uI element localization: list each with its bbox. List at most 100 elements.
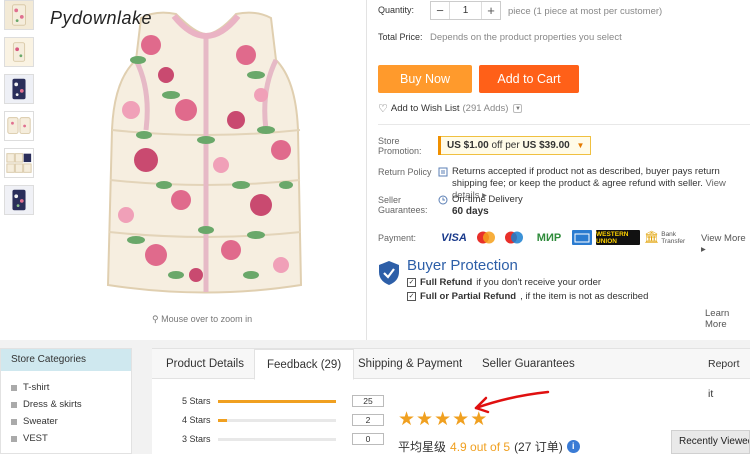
thumbnail-3[interactable] bbox=[4, 74, 34, 104]
wishlist-count: (291 Adds) bbox=[462, 103, 509, 114]
quantity-plus-button[interactable]: + bbox=[482, 3, 500, 18]
full-refund-text: if you don't receive your order bbox=[476, 277, 602, 288]
star-bar-fill bbox=[218, 399, 336, 403]
star-row-label: 5 Stars bbox=[182, 396, 211, 406]
return-policy-label: Return Policy bbox=[378, 167, 432, 177]
report-it-link[interactable]: Report it bbox=[696, 349, 750, 400]
star-bar-track bbox=[218, 399, 336, 403]
recently-viewed-button[interactable]: Recently Viewed bbox=[671, 430, 750, 454]
thumbnail-5[interactable] bbox=[4, 148, 34, 178]
ontime-delivery: On-time Delivery bbox=[452, 194, 523, 205]
full-refund-label: Full Refund bbox=[420, 277, 473, 288]
check-icon: ✓ bbox=[407, 278, 416, 287]
amex-logo bbox=[572, 230, 592, 245]
star-icon: ★ bbox=[452, 409, 470, 430]
category-item-sweater[interactable]: Sweater bbox=[1, 413, 131, 430]
rating-prefix: 平均星级 bbox=[398, 440, 447, 454]
star-icon: ★ bbox=[434, 409, 452, 430]
rating-count: (27 订单) bbox=[514, 440, 563, 454]
bank-transfer-text: Bank Transfer bbox=[661, 230, 686, 245]
tab-feedback[interactable]: Feedback (29) bbox=[254, 349, 355, 380]
star-row-4: 4 Stars 2 bbox=[182, 414, 384, 426]
bullet-icon bbox=[11, 435, 17, 442]
star-row-3: 3 Stars 0 bbox=[182, 433, 384, 445]
category-label: VEST bbox=[23, 433, 48, 444]
store-categories-title: Store Categories bbox=[1, 349, 131, 371]
clock-icon bbox=[438, 195, 448, 205]
category-item-tshirt[interactable]: T-shirt bbox=[1, 379, 131, 396]
quantity-label: Quantity: bbox=[378, 5, 415, 15]
star-icon: ★ bbox=[416, 409, 434, 430]
bullet-icon bbox=[11, 418, 17, 425]
promo-middle: off per bbox=[491, 140, 520, 151]
product-tabs-panel: Product Details Feedback (29) Shipping &… bbox=[152, 348, 750, 454]
store-promotion-label-line2: Promotion: bbox=[378, 146, 422, 156]
tab-shipping-payment[interactable]: Shipping & Payment bbox=[346, 349, 474, 379]
zoom-hint: ⚲ Mouse over to zoom in bbox=[152, 314, 252, 325]
category-label: Sweater bbox=[23, 416, 58, 427]
star-bar-track bbox=[218, 437, 336, 441]
floral-vest-illustration bbox=[46, 0, 356, 312]
promo-discount: US $1.00 bbox=[447, 140, 489, 151]
maestro-logo bbox=[502, 230, 526, 245]
partial-refund-text: , if the item is not as described bbox=[520, 291, 649, 302]
star-bar-fill bbox=[218, 418, 228, 422]
quantity-stepper: − 1 + bbox=[430, 1, 501, 20]
wishlist-link[interactable]: ♡ Add to Wish List (291 Adds) ▼ bbox=[378, 102, 523, 115]
western-union-logo: WESTERN UNION bbox=[596, 230, 640, 245]
delivery-days: 60 days bbox=[452, 206, 489, 217]
buyer-protection-partial-refund: ✓ Full or Partial Refund , if the item i… bbox=[407, 291, 648, 302]
quantity-note: piece (1 piece at most per customer) bbox=[508, 6, 663, 17]
annotation-arrow-icon bbox=[474, 390, 550, 414]
view-more-payment-link[interactable]: View More ▸ bbox=[701, 233, 750, 255]
info-icon[interactable]: i bbox=[566, 440, 580, 453]
heart-icon: ♡ bbox=[378, 103, 388, 115]
thumbnail-strip bbox=[4, 0, 38, 222]
store-promotion-label-line1: Store bbox=[378, 136, 400, 146]
add-to-cart-button[interactable]: Add to Cart bbox=[479, 65, 579, 93]
tab-seller-guarantees[interactable]: Seller Guarantees bbox=[470, 349, 587, 379]
store-categories-panel: Store Categories T-shirt Dress & skirts … bbox=[0, 348, 132, 454]
star-bar-track bbox=[218, 418, 336, 422]
category-item-dress[interactable]: Dress & skirts bbox=[1, 396, 131, 413]
buy-now-button[interactable]: Buy Now bbox=[378, 65, 472, 93]
brand-watermark: Pydownlake bbox=[50, 8, 153, 28]
shield-icon bbox=[379, 261, 399, 285]
magnifier-icon: ⚲ bbox=[152, 314, 159, 324]
mir-logo: МИР bbox=[536, 231, 562, 244]
category-label: T-shirt bbox=[23, 382, 50, 393]
product-main-image[interactable] bbox=[46, 0, 356, 312]
chevron-down-icon: ▼ bbox=[576, 141, 585, 150]
thumbnail-6[interactable] bbox=[4, 185, 34, 215]
total-price-value: Depends on the product properties you se… bbox=[430, 32, 622, 43]
buyer-protection-title: Buyer Protection bbox=[407, 257, 518, 274]
thumbnail-2[interactable] bbox=[4, 37, 34, 67]
quantity-input[interactable]: 1 bbox=[449, 2, 482, 19]
seller-guarantees-label-line2: Guarantees: bbox=[378, 205, 428, 215]
thumbnail-4[interactable] bbox=[4, 111, 34, 141]
thumbnail-1[interactable] bbox=[4, 0, 34, 30]
star-row-label: 3 Stars bbox=[182, 434, 211, 444]
return-policy-description: Returns accepted if product not as descr… bbox=[452, 166, 720, 189]
rating-value: 4.9 out of 5 bbox=[450, 439, 511, 454]
return-policy-icon bbox=[438, 167, 448, 177]
bank-icon: 🏛 bbox=[644, 230, 660, 244]
promo-threshold: US $39.00 bbox=[522, 140, 570, 151]
wishlist-label: Add to Wish List bbox=[390, 103, 460, 114]
learn-more-link[interactable]: Learn More bbox=[705, 308, 750, 330]
star-row-label: 4 Stars bbox=[182, 415, 211, 425]
store-promotion-coupon[interactable]: US $1.00 off per US $39.00 ▼ bbox=[438, 136, 592, 155]
star-count: 2 bbox=[352, 414, 384, 426]
category-label: Dress & skirts bbox=[23, 399, 82, 410]
category-item-vest[interactable]: VEST bbox=[1, 430, 131, 447]
zoom-hint-text: Mouse over to zoom in bbox=[161, 314, 253, 324]
column-divider bbox=[366, 0, 367, 340]
partial-refund-label: Full or Partial Refund bbox=[420, 291, 517, 302]
star-count: 25 bbox=[352, 395, 384, 407]
tab-product-details[interactable]: Product Details bbox=[154, 349, 256, 379]
star-count: 0 bbox=[352, 433, 384, 445]
seller-guarantees-label: Seller Guarantees: bbox=[378, 195, 428, 215]
payment-label: Payment: bbox=[378, 233, 417, 243]
chevron-down-icon[interactable]: ▼ bbox=[513, 104, 523, 113]
quantity-minus-button[interactable]: − bbox=[431, 3, 449, 18]
